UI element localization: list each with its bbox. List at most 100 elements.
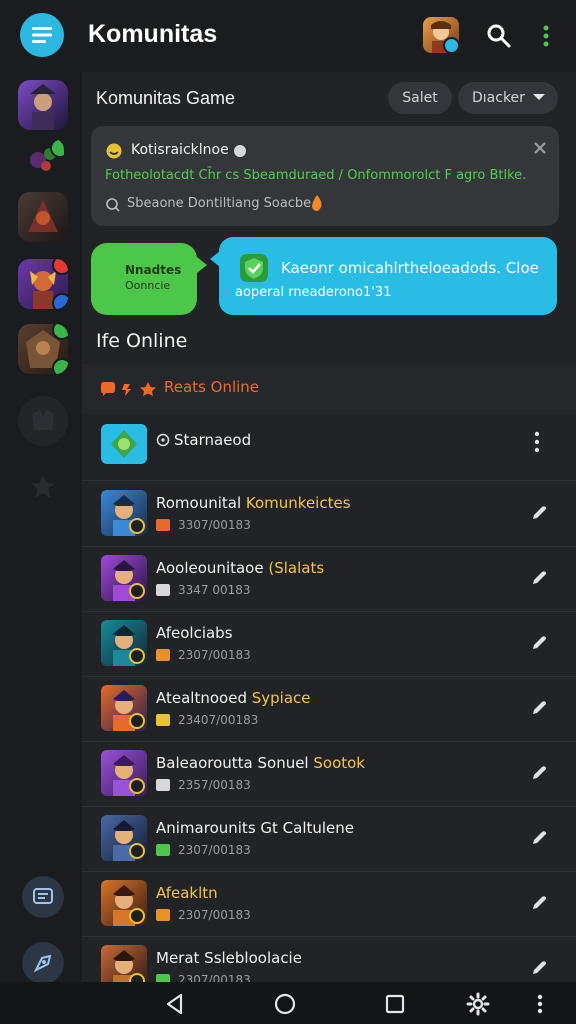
list-header-name: Starnaeod [174,431,252,449]
game-icon [156,714,170,726]
member-name: Animarounits Gt Caltulene [156,819,354,837]
recents-square-icon[interactable] [383,992,407,1016]
member-name-highlight: Komunkeictes [241,494,351,512]
chat-bubble-subtext: aoperal rneaderono1'31 [235,285,392,300]
game-icon [156,779,170,791]
status-dot [129,518,145,534]
explore-icon[interactable] [22,942,64,984]
profile-avatar[interactable] [423,17,459,53]
hamburger-menu-icon[interactable] [20,13,64,57]
game-icon [156,909,170,921]
fire-icon [312,195,322,211]
status-dot [129,778,145,794]
member-time: 23407/00183 [178,713,259,727]
status-icons [101,382,156,396]
server-icon-6[interactable] [18,396,68,446]
list-header-row[interactable]: Starnaeod [82,416,576,481]
member-name: Afeolciabs [156,624,233,642]
edit-icon[interactable] [530,959,548,977]
chat-bubble-line1: Nnadtes [125,263,182,277]
member-row[interactable]: Animarounits Gt Caltulene 2307/00183 [82,807,576,872]
close-icon[interactable] [533,141,547,155]
status-dot [443,37,459,53]
server-icon-5[interactable] [18,324,68,374]
gear-icon[interactable] [466,992,490,1016]
member-avatar [101,815,147,861]
server-icon-1[interactable] [18,80,68,130]
member-name: Atealtnooed Sypiace [156,689,311,707]
member-name: Afeakltn [156,884,218,902]
member-name-highlight: Sypiace [246,689,311,707]
member-name: Aooleounitaoe (Slalats [156,559,324,577]
member-row[interactable]: Romounital Komunkeictes 3307/00183 [82,482,576,547]
status-dot [129,648,145,664]
notice-card: Kotisraicklnoe Fotheolotacdt Ch̄r cs Sbe… [91,126,559,226]
game-icon [156,649,170,661]
member-name-main: Merat Sslebloolacie [156,949,302,967]
status-badge [52,293,68,309]
dropdown-button[interactable]: Dıacker [458,82,558,114]
member-time: 3307/00183 [178,518,251,532]
edit-icon[interactable] [530,569,548,587]
edit-icon[interactable] [530,699,548,717]
status-dot [129,843,145,859]
member-time: 2307/00183 [178,843,251,857]
edit-icon[interactable] [530,764,548,782]
server-icon-3[interactable] [18,192,68,242]
server-icon-4[interactable] [18,259,68,309]
vertical-more-icon[interactable] [538,22,554,50]
member-avatar [101,880,147,926]
main-content: Komunitas Game Salet Dıacker Kotisraickl… [82,72,576,1002]
member-name: Merat Sslebloolacie [156,949,302,967]
top-app-bar: Komunitas [0,0,576,72]
member-avatar [101,685,147,731]
member-avatar [101,620,147,666]
edit-icon[interactable] [530,894,548,912]
member-time: 2357/00183 [178,778,251,792]
member-row[interactable]: Aooleounitaoe (Slalats 3347 00183 [82,547,576,612]
server-sidebar [0,72,82,984]
smile-icon [106,143,122,159]
member-name-highlight: Sootok [308,754,365,772]
status-dot [129,908,145,924]
vertical-more-icon[interactable] [528,992,552,1016]
notice-meta: Sbeaone Dontiltiang Soacbe [127,196,312,211]
status-dot [129,713,145,729]
home-circle-icon[interactable] [273,992,297,1016]
member-avatar [101,490,147,536]
chat-icon[interactable] [22,876,64,918]
member-name-highlight: Afeakltn [156,884,218,902]
star-icon[interactable] [18,462,68,512]
notice-subtitle: Fotheolotacdt Ch̄r cs Sbeamduraed / Onfo… [105,168,527,183]
member-time: 2307/00183 [178,648,251,662]
online-group-header: Reats Online [82,364,576,414]
member-avatar [101,555,147,601]
member-row[interactable]: Afeolciabs 2307/00183 [82,612,576,677]
member-name: Baleaoroutta Sonuel Sootok [156,754,365,772]
member-row[interactable]: Baleaoroutta Sonuel Sootok 2357/00183 [82,742,576,807]
edit-icon[interactable] [530,504,548,522]
search-small-icon [106,198,120,212]
edit-icon[interactable] [530,634,548,652]
app-title: Komunitas [88,20,218,48]
online-badge [50,138,64,158]
chat-bubble-line2: Oonncie [125,279,171,292]
back-triangle-icon[interactable] [163,992,187,1016]
info-icon [156,433,170,447]
chat-bubble-blue[interactable]: Kaeonr omicahlrtheloeadods. Cloe aoperal… [210,237,557,315]
member-row[interactable]: Afeakltn 2307/00183 [82,872,576,937]
member-name-main: Atealtnooed [156,689,247,707]
chat-bubble-text: Kaeonr omicahlrtheloeadods. Cloe [281,259,539,277]
search-icon[interactable] [486,23,512,49]
member-row[interactable]: Atealtnooed Sypiace 23407/00183 [82,677,576,742]
chat-bubble-green[interactable]: Nnadtes Oonncie [91,243,207,315]
dropdown-label: Dıacker [472,90,525,106]
member-name-main: Animarounits Gt Caltulene [156,819,355,837]
edit-icon[interactable] [530,829,548,847]
member-name-main: Afeolciabs [156,624,233,642]
status-dot [129,583,145,599]
system-navigation-bar [0,982,576,1024]
select-button[interactable]: Salet [388,82,452,114]
vertical-more-icon[interactable] [532,430,542,454]
server-icon-2[interactable] [24,138,64,178]
